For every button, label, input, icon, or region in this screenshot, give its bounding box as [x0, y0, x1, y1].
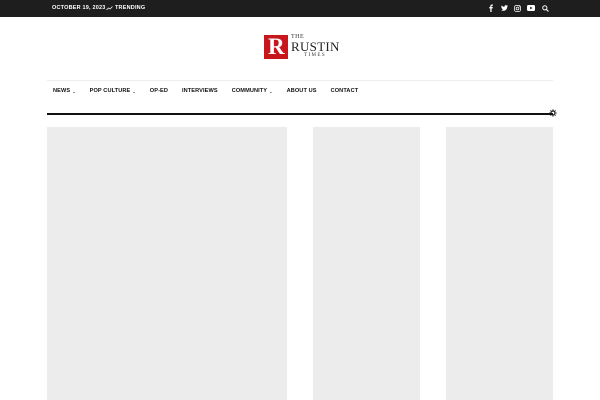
logo-times: TIMES	[304, 53, 326, 58]
featured-article-placeholder[interactable]	[47, 127, 287, 400]
trending-link[interactable]: TRENDING	[106, 5, 145, 11]
nav-item-label: NEWS	[53, 88, 71, 94]
top-bar: OCTOBER 19, 2023 TRENDING	[0, 0, 600, 17]
chevron-down-icon: ⌄	[132, 88, 136, 94]
twitter-icon[interactable]	[499, 3, 509, 13]
instagram-icon[interactable]	[512, 3, 522, 13]
search-icon[interactable]	[540, 3, 550, 13]
nav-item-label: OP-ED	[149, 88, 168, 94]
nav-item-label: ABOUT US	[286, 88, 317, 94]
nav-item-label: COMMUNITY	[231, 88, 268, 94]
gear-icon	[549, 109, 557, 117]
trending-icon	[106, 5, 113, 10]
article-card-placeholder[interactable]	[446, 127, 553, 400]
logo-mark: R	[264, 35, 288, 59]
nav-divider-bottom	[47, 113, 553, 115]
nav-item-news[interactable]: NEWS ⌄	[53, 88, 76, 94]
nav-divider-top	[47, 80, 553, 81]
youtube-icon[interactable]	[526, 3, 536, 13]
logo-mark-letter: R	[268, 34, 285, 59]
chevron-down-icon: ⌄	[269, 88, 273, 94]
trending-label: TRENDING	[115, 5, 146, 11]
site-logo[interactable]: R THE RUSTIN TIMES	[264, 34, 344, 63]
current-date: OCTOBER 19, 2023	[52, 5, 106, 11]
nav-item-interviews[interactable]: INTERVIEWS	[182, 88, 218, 94]
nav-item-about-us[interactable]: ABOUT US	[287, 88, 317, 94]
nav-item-label: CONTACT	[330, 88, 359, 94]
nav-item-label: POP CULTURE	[89, 88, 131, 94]
main-nav: NEWS ⌄ POP CULTURE ⌄ OP-ED INTERVIEWS CO…	[53, 86, 372, 96]
nav-item-label: INTERVIEWS	[182, 88, 218, 94]
logo-rustin: RUSTIN	[291, 39, 340, 54]
chevron-down-icon: ⌄	[72, 88, 76, 94]
nav-item-contact[interactable]: CONTACT	[331, 88, 359, 94]
facebook-icon[interactable]	[486, 3, 496, 13]
article-card-placeholder[interactable]	[313, 127, 420, 400]
nav-item-op-ed[interactable]: OP-ED	[150, 88, 168, 94]
nav-item-pop-culture[interactable]: POP CULTURE ⌄	[90, 88, 136, 94]
nav-item-community[interactable]: COMMUNITY ⌄	[232, 88, 273, 94]
